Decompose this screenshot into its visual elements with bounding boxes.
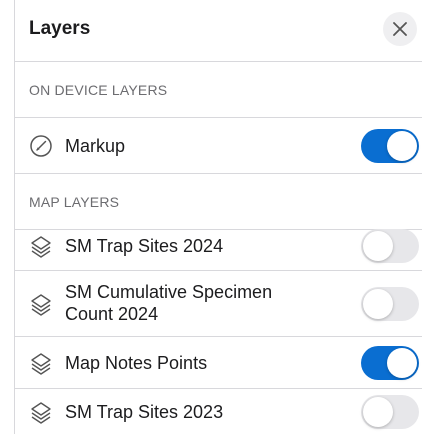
layers-panel: Layers ON DEVICE LAYERS Markup MAP LAYER… (14, 0, 422, 434)
layers-icon (31, 353, 51, 375)
panel-title: Layers (29, 18, 91, 39)
layer-row-markup[interactable]: Markup (15, 118, 422, 174)
toggle-knob (363, 289, 393, 319)
layers-icon (31, 236, 51, 258)
layer-row-map-notes-points[interactable]: Map Notes Points (15, 337, 422, 389)
section-label-map-layers: MAP LAYERS (29, 194, 120, 210)
layer-label: Map Notes Points (65, 353, 208, 373)
layers-icon (31, 294, 51, 316)
close-icon (393, 22, 407, 36)
section-on-device-layers: ON DEVICE LAYERS (15, 62, 422, 118)
layer-toggle-sm-trap-sites-2024[interactable] (361, 229, 419, 263)
panel-header: Layers (15, 0, 422, 62)
layer-toggle-sm-cumulative-specimen-count-2024[interactable] (361, 287, 419, 321)
layer-row-sm-trap-sites-2023[interactable]: SM Trap Sites 2023 (15, 389, 422, 434)
toggle-knob (363, 231, 393, 261)
toggle-knob (363, 397, 393, 427)
layers-icon (31, 402, 51, 424)
layer-toggle-map-notes-points[interactable] (361, 346, 419, 380)
layer-row-sm-cumulative-specimen-count-2024[interactable]: SM Cumulative Specimen Count 2024 (15, 271, 422, 337)
layer-label: SM Trap Sites 2023 (65, 402, 224, 422)
layer-label: Markup (65, 136, 126, 156)
toggle-knob (387, 131, 417, 161)
layer-row-sm-trap-sites-2024[interactable]: SM Trap Sites 2024 (15, 221, 422, 271)
close-button[interactable] (383, 12, 417, 46)
layer-toggle-sm-trap-sites-2023[interactable] (361, 395, 419, 429)
markup-pen-icon (30, 135, 52, 157)
section-label-on-device: ON DEVICE LAYERS (29, 82, 168, 98)
toggle-knob (387, 348, 417, 378)
layer-label: SM Trap Sites 2024 (65, 236, 224, 256)
layer-toggle-markup[interactable] (361, 129, 419, 163)
layer-label: SM Cumulative Specimen Count 2024 (65, 282, 273, 324)
